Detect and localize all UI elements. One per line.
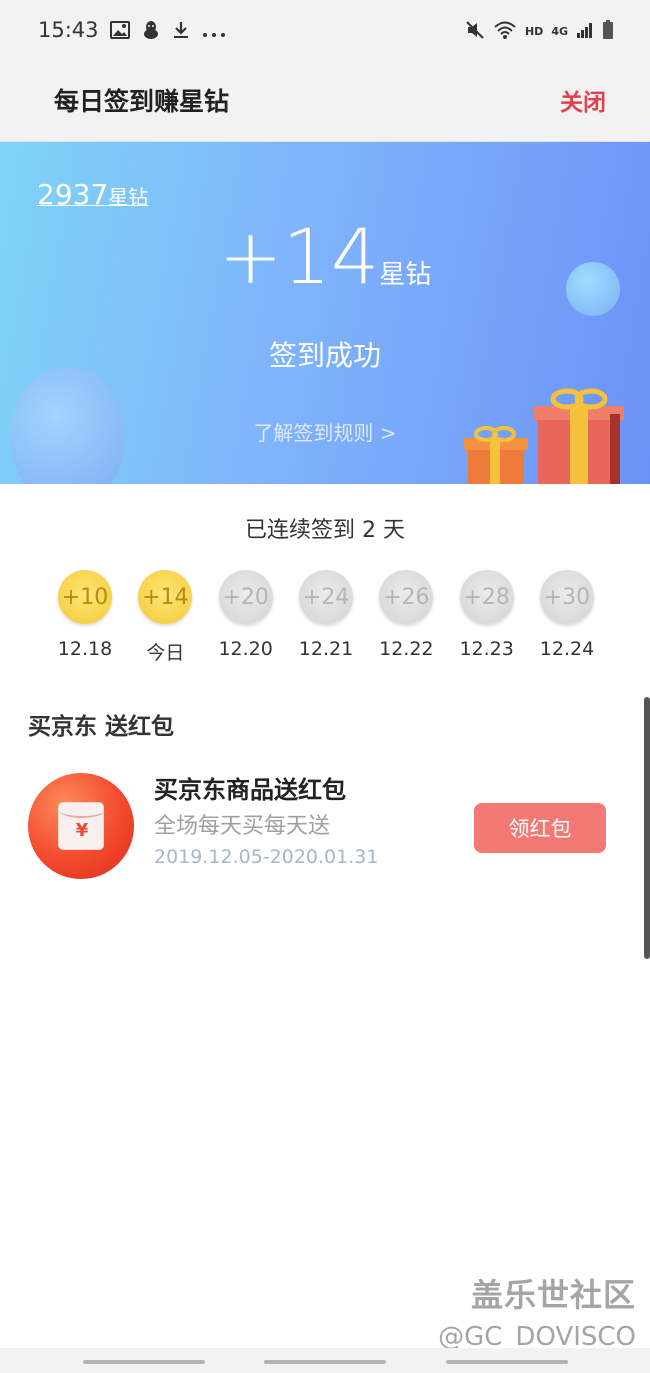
promo-title: 买京东商品送红包 [154, 776, 346, 804]
checkin-hero-banner: 2937星钻 +14星钻 签到成功 了解签到规则 > [0, 142, 650, 484]
signal-icon [576, 21, 594, 42]
checkin-day-list: +10 12.18 +14 今日 +20 12.20 +24 12.21 +26… [45, 570, 607, 665]
gain-display: +14星钻 [0, 212, 650, 301]
day-label: 12.18 [57, 638, 113, 660]
gain-number: +14 [218, 212, 380, 301]
day-label: 12.23 [459, 638, 514, 660]
wifi-icon [493, 20, 517, 43]
coin-icon: +10 [58, 570, 112, 624]
balance-number: 2937 [37, 178, 109, 211]
status-time: 15:43 [38, 18, 99, 42]
promo-date-range: 2019.12.05-2020.01.31 [154, 846, 379, 868]
mute-icon [465, 20, 485, 43]
watermark-line1: 盖乐世社区 [470, 1276, 636, 1314]
checkin-day: +24 12.21 [286, 570, 366, 665]
coin-icon: +26 [379, 570, 434, 624]
image-icon [110, 21, 130, 43]
status-bar: 15:43 HD 4G [0, 0, 650, 62]
diamond-balance-link[interactable]: 2937星钻 [37, 178, 148, 211]
hd-icon: HD [524, 25, 544, 38]
day-label: 今日 [146, 642, 185, 664]
nav-back-button[interactable] [446, 1360, 568, 1364]
checkin-day: +14 今日 [125, 570, 205, 665]
checkin-day: +30 12.24 [527, 570, 607, 665]
checkin-day: +10 12.18 [45, 570, 125, 665]
scrollbar-thumb[interactable] [644, 697, 650, 959]
section-title: 买京东 送红包 [28, 714, 175, 740]
day-label: 12.21 [298, 638, 354, 660]
envelope-shape: ¥ [58, 802, 105, 850]
system-navigation-bar [0, 1348, 650, 1373]
coin-icon: +24 [298, 570, 353, 624]
coin-icon: +20 [218, 570, 273, 624]
streak-text: 已连续签到 2 天 [245, 518, 405, 543]
day-label: 12.24 [539, 638, 595, 660]
battery-icon [602, 20, 614, 43]
nav-recents-button[interactable] [83, 1360, 205, 1364]
promo-subtitle: 全场每天买每天送 [154, 814, 331, 839]
close-button[interactable]: 关闭 [560, 83, 606, 117]
watermark: 盖乐世社区 @GC_DOVISCO [438, 1270, 636, 1352]
status-left-icons [110, 20, 226, 44]
promo-card: ¥ 买京东商品送红包 全场每天买每天送 2019.12.05-2020.01.3… [28, 770, 622, 880]
checkin-day: +26 12.22 [366, 570, 446, 665]
coin-icon: +14 [138, 570, 193, 624]
checkin-day: +20 12.20 [206, 570, 286, 665]
download-icon [172, 20, 190, 44]
coin-icon: +30 [539, 570, 594, 624]
page-title: 每日签到赚星钻 [54, 87, 230, 116]
yen-symbol: ¥ [75, 820, 89, 841]
more-dots-icon [202, 23, 226, 42]
4g-icon: 4G [551, 25, 568, 38]
red-envelope-icon: ¥ [28, 773, 134, 879]
gift-boxes-icon [464, 388, 624, 484]
penguin-icon [142, 20, 160, 44]
coin-icon: +28 [459, 570, 514, 624]
claim-red-envelope-button[interactable]: 领红包 [474, 803, 606, 853]
gain-unit: 星钻 [379, 260, 432, 290]
top-app-bar: 每日签到赚星钻 关闭 [0, 62, 650, 142]
checkin-success-text: 签到成功 [268, 339, 381, 372]
day-label: 12.20 [218, 638, 273, 660]
nav-home-button[interactable] [264, 1360, 386, 1364]
checkin-day: +28 12.23 [447, 570, 527, 665]
balance-unit: 星钻 [108, 185, 149, 209]
status-right-icons: HD 4G [465, 20, 614, 43]
envelope-flap [59, 803, 105, 818]
day-label: 12.22 [379, 638, 434, 660]
